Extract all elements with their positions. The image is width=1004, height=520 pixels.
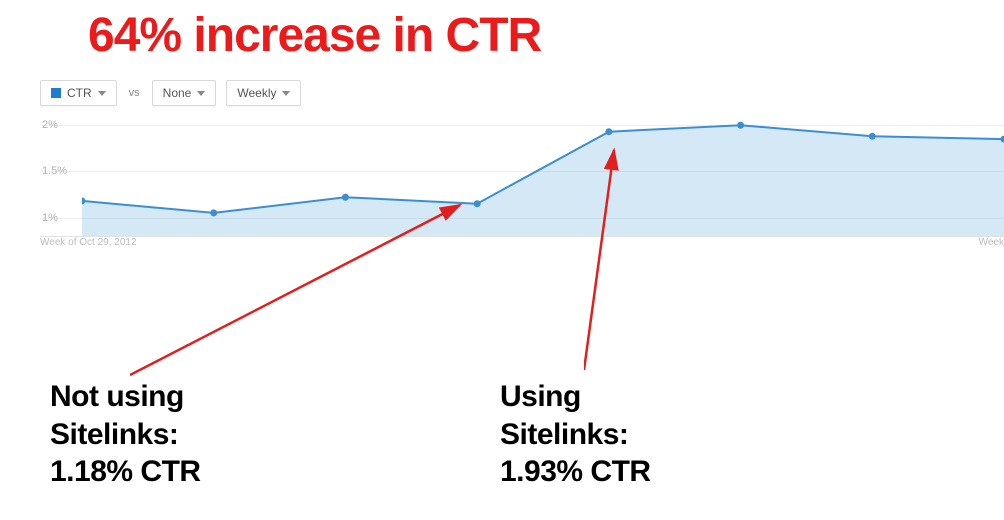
x-tick-label-left: Week of Oct 29, 2012 [40, 237, 137, 248]
chart-point [474, 200, 481, 207]
chart-svg [82, 116, 1004, 236]
y-tick-label: 1.5% [40, 165, 67, 177]
chart-point [869, 133, 876, 140]
chart-controls: CTR vs None Weekly [40, 80, 301, 106]
chevron-down-icon [98, 91, 106, 96]
granularity-selector-label: Weekly [237, 86, 276, 100]
chevron-down-icon [282, 91, 290, 96]
compare-selector[interactable]: None [152, 80, 217, 106]
chart-point [605, 128, 612, 135]
chart-point [342, 194, 349, 201]
gridline [40, 236, 1004, 237]
chart-point [737, 122, 744, 129]
metric-selector[interactable]: CTR [40, 80, 117, 106]
y-tick-label: 1% [40, 212, 58, 224]
chevron-down-icon [197, 91, 205, 96]
chart-area [82, 125, 1004, 236]
chart-point [210, 209, 217, 216]
metric-selector-label: CTR [67, 86, 92, 100]
granularity-selector[interactable]: Weekly [226, 80, 301, 106]
annotation-right: Using Sitelinks: 1.93% CTR [500, 378, 651, 491]
annotation-left: Not using Sitelinks: 1.18% CTR [50, 378, 201, 491]
ctr-line-chart: 2% 1.5% 1% Week of Oct 29, 2012 Week [40, 116, 1004, 246]
compare-selector-label: None [163, 86, 192, 100]
y-tick-label: 2% [40, 119, 58, 131]
headline: 64% increase in CTR [88, 8, 541, 63]
metric-color-swatch [51, 88, 61, 98]
vs-label: vs [127, 87, 142, 99]
x-tick-label-right: Week [979, 237, 1004, 248]
